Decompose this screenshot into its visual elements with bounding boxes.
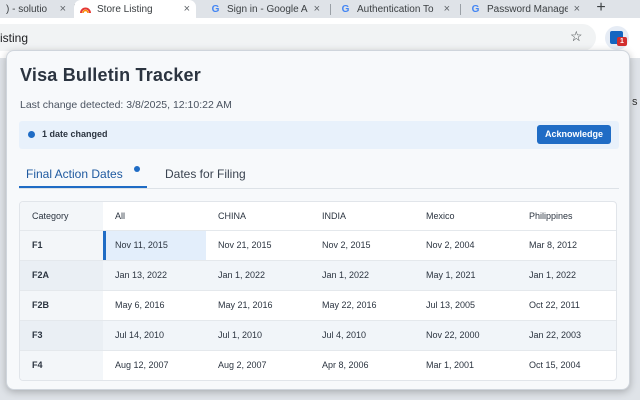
tab-title: Sign in - Google A bbox=[227, 3, 308, 15]
bookmark-star-icon[interactable]: ☆ bbox=[570, 28, 583, 45]
date-cell: Aug 2, 2007 bbox=[206, 350, 310, 380]
category-cell: F3 bbox=[20, 320, 103, 351]
browser-tab-authentication[interactable]: G Authentication To × bbox=[334, 0, 456, 18]
last-change-timestamp: Last change detected: 3/8/2025, 12:10:22… bbox=[20, 99, 232, 111]
date-cell: Jul 1, 2010 bbox=[206, 320, 310, 351]
date-cell: Oct 15, 2004 bbox=[517, 350, 616, 380]
new-tab-button[interactable]: + bbox=[590, 0, 612, 18]
popup-title: Visa Bulletin Tracker bbox=[20, 65, 201, 85]
google-icon: G bbox=[341, 3, 350, 15]
date-cell: May 1, 2021 bbox=[414, 260, 517, 291]
tab-separator bbox=[460, 4, 461, 15]
google-icon: G bbox=[471, 3, 480, 15]
alert-dot-icon bbox=[28, 131, 35, 138]
date-cell: May 22, 2016 bbox=[310, 290, 414, 321]
date-cell: Aug 12, 2007 bbox=[103, 350, 206, 380]
column-header: All bbox=[103, 202, 206, 231]
column-header: Mexico bbox=[414, 202, 517, 231]
column-header: Philippines bbox=[517, 202, 616, 231]
date-type-tabs: Final Action Dates Dates for Filing bbox=[19, 157, 619, 189]
table-row: F2A Jan 13, 2022 Jan 1, 2022 Jan 1, 2022… bbox=[20, 260, 616, 291]
rainbow-icon bbox=[80, 4, 91, 15]
date-cell: Nov 2, 2004 bbox=[414, 230, 517, 261]
tab-final-action-dates[interactable]: Final Action Dates bbox=[26, 167, 123, 181]
tab-title: Store Listing bbox=[97, 3, 153, 15]
date-cell: Mar 8, 2012 bbox=[517, 230, 616, 261]
active-tab-underline bbox=[19, 186, 147, 188]
date-cell: Nov 21, 2015 bbox=[206, 230, 310, 261]
date-cell: Jan 22, 2003 bbox=[517, 320, 616, 351]
extension-button[interactable]: 1 bbox=[605, 26, 629, 50]
tab-change-indicator-dot bbox=[134, 166, 140, 172]
date-cell: May 21, 2016 bbox=[206, 290, 310, 321]
close-tab-icon[interactable]: × bbox=[444, 3, 450, 15]
date-cell: Jul 14, 2010 bbox=[103, 320, 206, 351]
column-header: CHINA bbox=[206, 202, 310, 231]
background-page-text: s bbox=[632, 96, 638, 108]
date-cell: Jan 13, 2022 bbox=[103, 260, 206, 291]
column-header: INDIA bbox=[310, 202, 414, 231]
tab-title: Password Manage bbox=[487, 3, 568, 15]
tab-title: ) - solutio bbox=[6, 3, 48, 15]
category-cell: F4 bbox=[20, 350, 103, 380]
category-cell: F1 bbox=[20, 230, 103, 261]
close-tab-icon[interactable]: × bbox=[574, 3, 580, 15]
date-cell: Oct 22, 2011 bbox=[517, 290, 616, 321]
date-cell: Nov 2, 2015 bbox=[310, 230, 414, 261]
table-row: F1 Nov 11, 2015 Nov 21, 2015 Nov 2, 2015… bbox=[20, 230, 616, 261]
date-cell: Jul 13, 2005 bbox=[414, 290, 517, 321]
extension-badge: 1 bbox=[617, 37, 627, 46]
change-alert-banner: 1 date changed Acknowledge bbox=[19, 121, 619, 149]
browser-tab-solution[interactable]: ) - solutio × bbox=[0, 0, 72, 18]
date-cell: Apr 8, 2006 bbox=[310, 350, 414, 380]
browser-tab-strip: ) - solutio × Store Listing × G Sign in … bbox=[0, 0, 640, 18]
close-tab-icon[interactable]: × bbox=[184, 3, 190, 15]
date-cell: Nov 22, 2000 bbox=[414, 320, 517, 351]
address-bar[interactable]: isting ☆ bbox=[0, 24, 596, 51]
browser-tab-store-listing[interactable]: Store Listing × bbox=[74, 0, 196, 18]
google-icon: G bbox=[211, 3, 220, 15]
date-cell: Jul 4, 2010 bbox=[310, 320, 414, 351]
table-row: F4 Aug 12, 2007 Aug 2, 2007 Apr 8, 2006 … bbox=[20, 350, 616, 380]
tab-separator bbox=[330, 4, 331, 15]
category-cell: F2A bbox=[20, 260, 103, 291]
category-cell: F2B bbox=[20, 290, 103, 321]
bulletin-table: Category All CHINA INDIA Mexico Philippi… bbox=[19, 201, 617, 381]
acknowledge-button[interactable]: Acknowledge bbox=[537, 125, 611, 144]
table-row: F3 Jul 14, 2010 Jul 1, 2010 Jul 4, 2010 … bbox=[20, 320, 616, 351]
date-cell: Jan 1, 2022 bbox=[310, 260, 414, 291]
address-bar-text: isting bbox=[0, 31, 29, 45]
close-tab-icon[interactable]: × bbox=[314, 3, 320, 15]
close-tab-icon[interactable]: × bbox=[60, 3, 66, 15]
table-row: F2B May 6, 2016 May 21, 2016 May 22, 201… bbox=[20, 290, 616, 321]
visa-bulletin-popup: Visa Bulletin Tracker Last change detect… bbox=[6, 50, 630, 390]
browser-tab-sign-in[interactable]: G Sign in - Google A × bbox=[204, 0, 326, 18]
date-cell: Jan 1, 2022 bbox=[206, 260, 310, 291]
date-cell: Jan 1, 2022 bbox=[517, 260, 616, 291]
changed-date-cell: Nov 11, 2015 bbox=[103, 230, 206, 261]
table-header-row: Category All CHINA INDIA Mexico Philippi… bbox=[20, 202, 616, 231]
tab-title: Authentication To bbox=[357, 3, 434, 15]
browser-tab-password-manager[interactable]: G Password Manage × bbox=[464, 0, 586, 18]
date-cell: Mar 1, 2001 bbox=[414, 350, 517, 380]
alert-text: 1 date changed bbox=[42, 129, 108, 139]
tab-dates-for-filing[interactable]: Dates for Filing bbox=[165, 167, 246, 181]
column-header: Category bbox=[20, 202, 103, 231]
date-cell: May 6, 2016 bbox=[103, 290, 206, 321]
